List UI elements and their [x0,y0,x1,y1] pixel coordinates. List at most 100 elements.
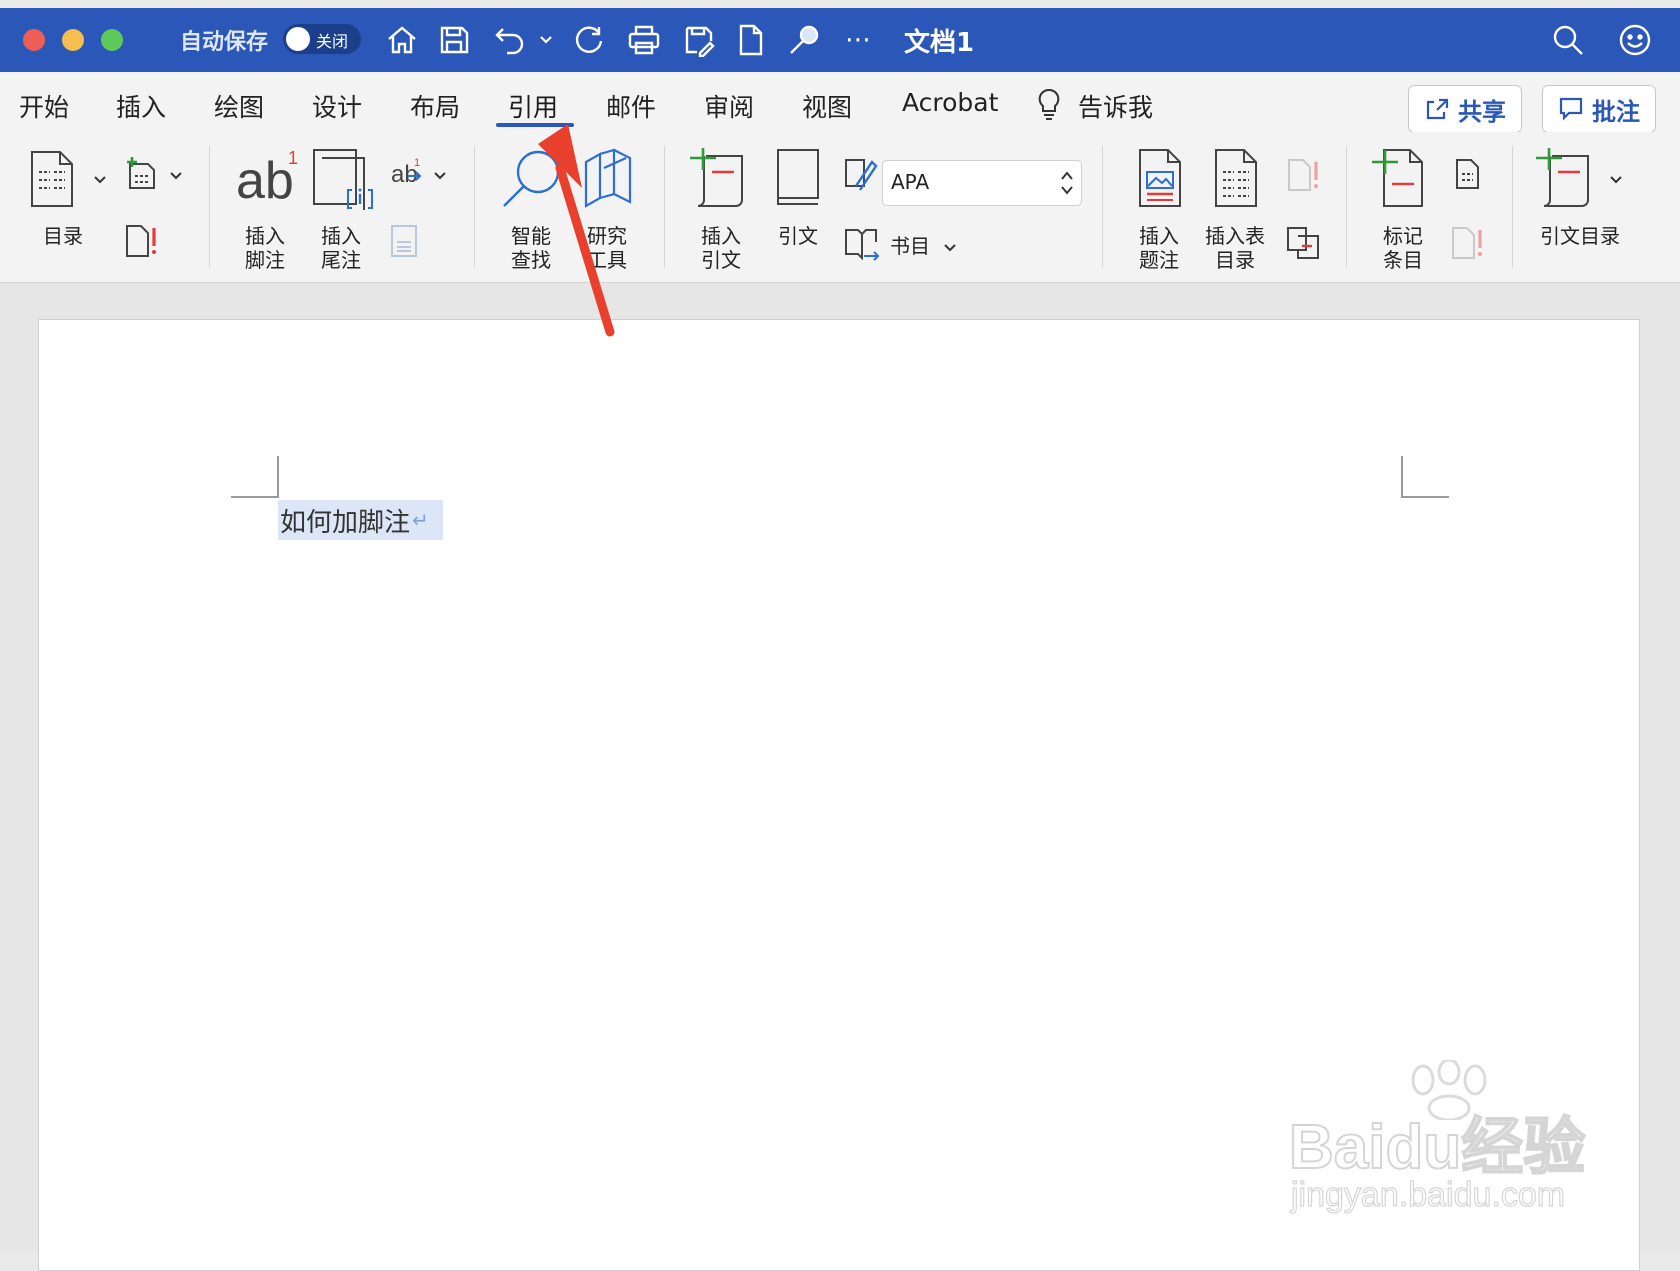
insert-endnote-label: 插入 尾注 [310,224,372,272]
document-page[interactable]: 如何加脚注 ↵ Baidu经验 jingyan.baidu.com [38,319,1640,1271]
margin-mark-top-right [1401,456,1449,498]
bibliography-label: 书目 [890,234,930,258]
home-icon[interactable] [382,20,422,60]
table-of-authorities-icon[interactable] [1534,148,1596,216]
watermark-url: jingyan.baidu.com [1290,1175,1566,1214]
insert-citation-label-2: 引文 [701,248,741,272]
update-table-of-figures-icon[interactable] [1286,158,1320,196]
insert-footnote-label: 插入 脚注 [234,224,296,272]
redo-icon[interactable] [569,20,609,60]
ribbon-separator [474,146,475,268]
insert-caption-label-2: 题注 [1139,248,1179,272]
ribbon-separator [1102,146,1103,268]
minimize-window-button[interactable] [62,29,84,51]
comments-button[interactable]: 批注 [1542,85,1656,133]
cross-reference-icon[interactable] [1286,226,1320,264]
autosave-label: 自动保存 [180,30,269,55]
citation-style-select[interactable]: APA [882,160,1082,206]
toc-label: 目录 [43,224,83,248]
insert-footnote-label-2: 脚注 [245,248,285,272]
tab-acrobat[interactable]: Acrobat [902,88,998,117]
paragraph-text: 如何加脚注 [280,507,411,538]
table-of-figures-label-1: 插入表 [1205,224,1265,248]
ribbon-separator [1346,146,1347,268]
table-of-contents-icon[interactable] [28,150,76,212]
insert-citation-label: 插入 引文 [690,224,752,272]
tab-draw[interactable]: 绘图 [214,88,264,124]
citation-label: 引文 [778,224,818,248]
title-bar: 自动保存 关闭 ⋯ 文档1 [0,8,1680,72]
update-index-icon[interactable] [1450,226,1484,264]
manage-sources-icon[interactable] [844,156,878,196]
tab-references[interactable]: 引用 [508,88,558,124]
document-canvas: 如何加脚注 ↵ Baidu经验 jingyan.baidu.com [0,283,1680,1271]
ribbon-references: 目录 ab 1 插入 脚注 插入 尾注 ab 1 智能 查找 研究 工具 插入 … [0,132,1680,283]
tab-home[interactable]: 开始 [19,88,69,124]
tab-review[interactable]: 审阅 [704,88,754,124]
table-of-authorities-label: 引文目录 [1540,224,1620,248]
insert-footnote-icon[interactable]: ab 1 [234,142,300,210]
document-title: 文档1 [904,28,975,58]
toggle-knob [286,27,310,51]
new-document-icon[interactable] [731,20,771,60]
citation-icon[interactable] [774,148,822,212]
stepper-icon [1061,171,1073,195]
tab-mailings[interactable]: 邮件 [606,88,656,124]
share-button[interactable]: 共享 [1408,85,1522,133]
autosave-toggle[interactable]: 关闭 [283,24,361,54]
tab-insert[interactable]: 插入 [116,88,166,124]
undo-icon[interactable] [490,20,530,60]
annotation-arrow-icon [538,124,615,337]
save-as-icon[interactable] [679,20,719,60]
save-icon[interactable] [434,20,474,60]
lightbulb-icon [1036,88,1062,124]
ribbon-separator [1512,146,1513,268]
ribbon-separator [209,146,210,268]
tab-design[interactable]: 设计 [312,88,362,124]
mark-entry-label-1: 标记 [1383,224,1423,248]
bibliography-icon[interactable] [844,226,882,266]
margin-mark-top-left [231,456,279,498]
ribbon-separator [664,146,665,268]
search-icon[interactable] [1548,20,1588,60]
paragraph-mark: ↵ [412,508,429,532]
selected-paragraph[interactable]: 如何加脚注 ↵ [278,500,443,540]
bibliography-dropdown-icon[interactable] [942,240,958,259]
insert-citation-icon[interactable] [688,148,750,216]
close-window-button[interactable] [23,29,45,51]
add-text-icon[interactable] [124,156,158,194]
insert-index-icon[interactable] [1454,158,1482,194]
insert-endnote-icon[interactable] [312,148,376,216]
insert-caption-label: 插入 题注 [1128,224,1190,272]
word-window: 自动保存 关闭 ⋯ 文档1 开始 插入 绘图 设计 布局 引用 邮件 审阅 视图… [0,8,1680,1271]
next-footnote-dropdown-icon[interactable] [432,168,448,187]
more-icon[interactable]: ⋯ [845,27,873,53]
smart-lookup-icon[interactable] [785,20,825,60]
autosave-state: 关闭 [316,32,349,51]
zoom-window-button[interactable] [101,29,123,51]
svg-text:ab: ab [236,152,294,204]
update-table-icon[interactable] [124,224,158,262]
citation-style-value: APA [891,170,930,194]
table-of-figures-icon[interactable] [1212,148,1260,212]
mark-entry-label: 标记 条目 [1372,224,1434,272]
next-footnote-icon[interactable]: ab 1 [390,156,424,192]
table-of-figures-label: 插入表 目录 [1198,224,1272,272]
undo-dropdown-icon[interactable] [538,32,554,52]
insert-endnote-label-1: 插入 [321,224,361,248]
mark-entry-icon[interactable] [1370,148,1426,212]
tab-layout[interactable]: 布局 [410,88,460,124]
table-of-figures-label-2: 目录 [1215,248,1255,272]
tab-view[interactable]: 视图 [802,88,852,124]
table-of-authorities-dropdown-icon[interactable] [1608,172,1624,191]
tab-tell-me[interactable]: 告诉我 [1078,88,1153,124]
baidu-jingyan-watermark: Baidu经验 jingyan.baidu.com [1288,1060,1619,1220]
feedback-smiley-icon[interactable] [1615,20,1655,60]
svg-text:1: 1 [288,148,298,168]
add-text-dropdown-icon[interactable] [168,168,184,187]
insert-caption-icon[interactable] [1136,148,1184,212]
show-notes-icon[interactable] [390,224,418,262]
watermark-brand: Baidu经验 [1288,1112,1586,1183]
toc-dropdown-icon[interactable] [92,172,108,191]
print-icon[interactable] [624,20,664,60]
